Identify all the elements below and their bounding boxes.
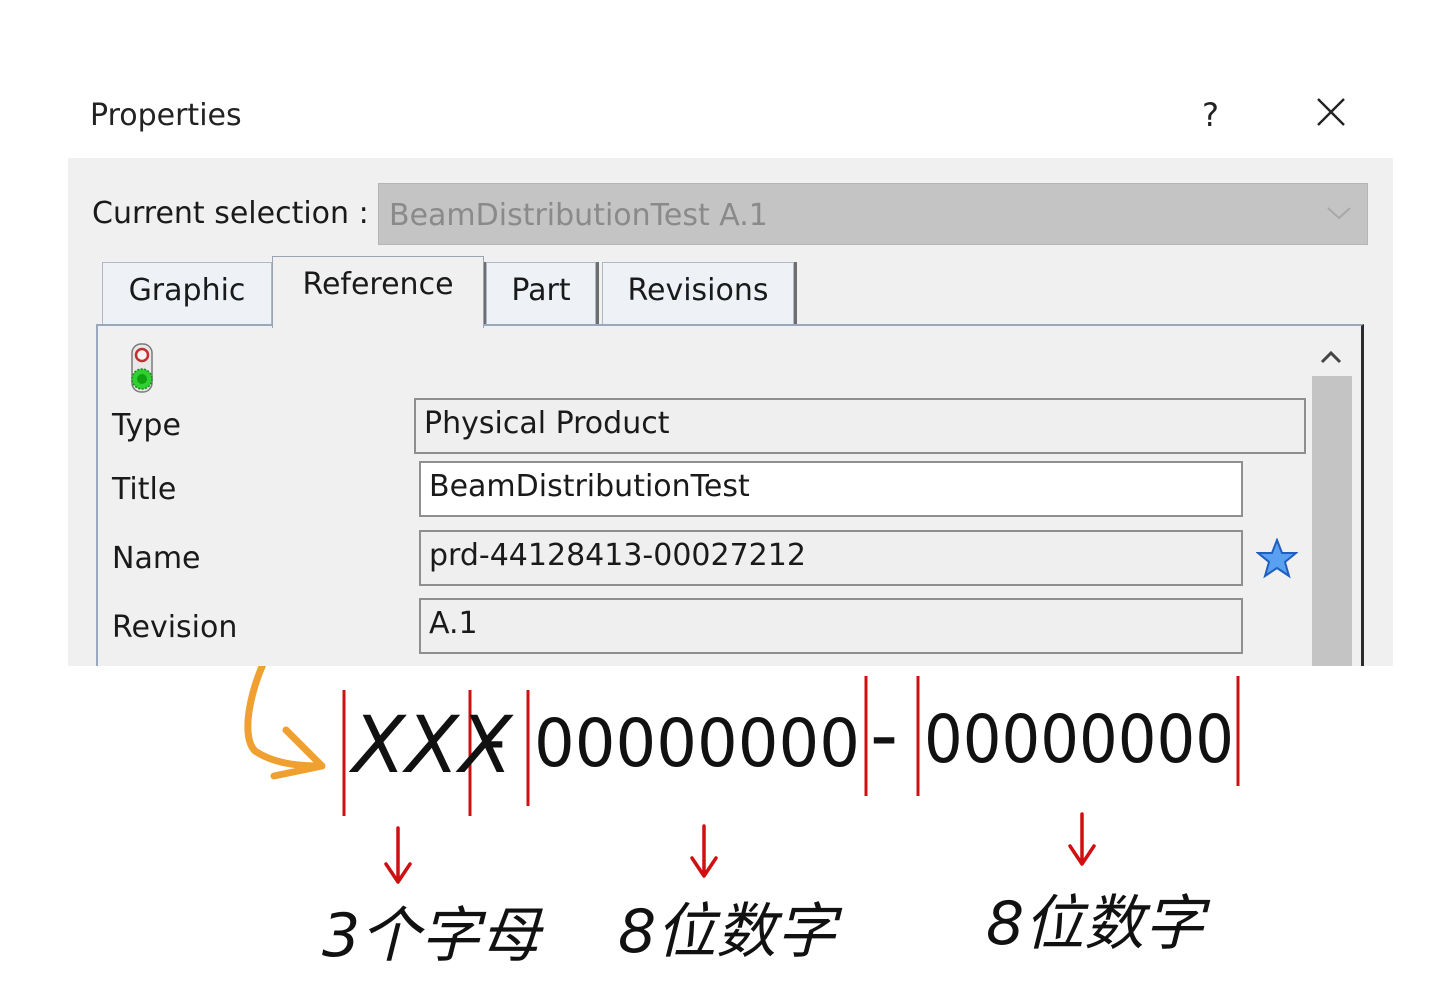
pattern-group-1: 00000000 xyxy=(534,705,860,782)
note-group-2: 8位数字 xyxy=(986,889,1211,959)
chevron-down-icon xyxy=(1327,207,1351,220)
note-prefix: 3个字母 xyxy=(322,901,544,971)
vertical-scrollbar[interactable] xyxy=(1312,376,1352,666)
tab-part-label: Part xyxy=(511,273,571,308)
current-selection-value: BeamDistributionTest A.1 xyxy=(389,198,768,233)
help-button[interactable]: ? xyxy=(1202,96,1232,136)
pattern-dash: - xyxy=(870,691,898,781)
revision-field: A.1 xyxy=(419,598,1243,654)
scroll-up-icon[interactable] xyxy=(1316,342,1346,372)
pattern-group-2: 00000000 xyxy=(924,701,1234,778)
title-label: Title xyxy=(112,472,177,507)
tab-reference-label: Reference xyxy=(302,267,454,302)
close-icon xyxy=(1317,98,1345,126)
handwritten-annotation: XXX - 00000000 - 00000000 3个字母 8位数字 8位数字 xyxy=(244,666,1240,971)
red-down-arrow xyxy=(690,824,718,878)
current-selection-dropdown[interactable]: BeamDistributionTest A.1 xyxy=(378,183,1368,245)
tab-divider xyxy=(794,262,797,324)
tab-revisions-label: Revisions xyxy=(627,273,769,308)
revision-label: Revision xyxy=(112,610,238,645)
maturity-status-icon xyxy=(131,343,153,393)
orange-arrowhead xyxy=(270,726,326,780)
type-field: Physical Product xyxy=(414,398,1306,454)
tab-part[interactable]: Part xyxy=(486,262,596,324)
tab-revisions[interactable]: Revisions xyxy=(602,262,794,324)
close-button[interactable] xyxy=(1315,96,1351,136)
tab-reference[interactable]: Reference xyxy=(272,256,484,328)
type-label: Type xyxy=(112,408,181,443)
dialog-title: Properties xyxy=(90,98,242,133)
red-down-arrow xyxy=(1068,812,1096,866)
star-icon[interactable] xyxy=(1256,538,1298,580)
current-selection-label: Current selection : xyxy=(92,196,369,231)
tab-divider xyxy=(596,262,599,324)
tab-graphic[interactable]: Graphic xyxy=(102,262,272,324)
dialog-titlebar: Properties ? xyxy=(0,0,1432,158)
red-down-arrow xyxy=(384,826,412,884)
tab-graphic-label: Graphic xyxy=(128,273,246,308)
name-label: Name xyxy=(112,541,201,576)
name-field[interactable]: prd-44128413-00027212 xyxy=(419,530,1243,586)
note-group-1: 8位数字 xyxy=(618,897,843,967)
title-field[interactable]: BeamDistributionTest xyxy=(419,461,1243,517)
pattern-dash: - xyxy=(478,695,506,785)
